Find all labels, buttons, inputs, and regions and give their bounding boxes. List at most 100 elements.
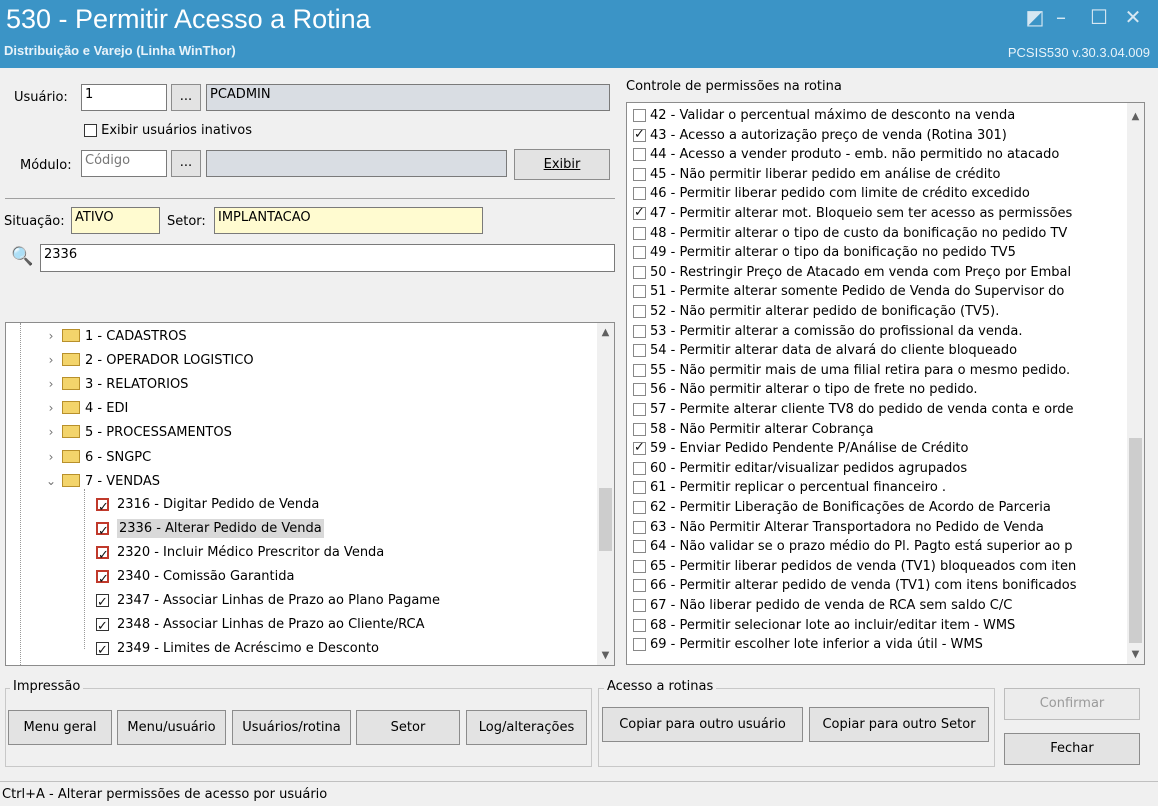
permission-item[interactable]: 48 - Permitir alterar o tipo de custo da…: [633, 225, 1067, 244]
chevron-right-icon[interactable]: ›: [44, 420, 58, 444]
chevron-right-icon[interactable]: ›: [44, 661, 58, 665]
permission-item[interactable]: 44 - Acesso a vender produto - emb. não …: [633, 146, 1059, 165]
routine-checkbox[interactable]: [96, 615, 109, 639]
routine-checkbox[interactable]: [96, 639, 109, 663]
routine-checkbox[interactable]: [96, 568, 109, 592]
tree-folder[interactable]: › 1 - CADASTROS: [44, 324, 187, 348]
tree-scrollbar[interactable]: ▲ ▼: [597, 323, 614, 665]
routine-tree[interactable]: › 1 - CADASTROS › 2 - OPERADOR LOGISTICO › 3 …: [5, 322, 615, 666]
tree-routine[interactable]: 2336 - Alterar Pedido de Venda: [96, 517, 324, 544]
copiar-usuario-button[interactable]: Copiar para outro usuário: [602, 707, 803, 742]
permission-item[interactable]: 56 - Não permitir alterar o tipo de fret…: [633, 381, 978, 400]
scroll-down-icon[interactable]: ▼: [1127, 649, 1144, 660]
permission-item[interactable]: 52 - Não permitir alterar pedido de boni…: [633, 303, 999, 322]
tree-folder[interactable]: › 6 - SNGPC: [44, 445, 151, 469]
permission-item[interactable]: 53 - Permitir alterar a comissão do prof…: [633, 323, 1022, 342]
fechar-button[interactable]: Fechar: [1004, 733, 1140, 765]
permission-checkbox[interactable]: [633, 126, 646, 144]
permission-checkbox[interactable]: [633, 109, 646, 122]
setor-button[interactable]: Setor: [356, 710, 460, 745]
permissions-scrollbar[interactable]: ▲ ▼: [1127, 103, 1144, 664]
permission-item[interactable]: 63 - Não Permitir Alterar Transportadora…: [633, 519, 1044, 538]
tree-routine[interactable]: 2340 - Comissão Garantida: [96, 565, 294, 592]
routine-checkbox[interactable]: [96, 591, 109, 615]
chevron-right-icon[interactable]: ›: [44, 348, 58, 372]
permission-checkbox[interactable]: [633, 363, 646, 377]
tree-routine[interactable]: 2348 - Associar Linhas de Prazo ao Clien…: [96, 613, 424, 639]
permission-checkbox[interactable]: [633, 403, 646, 416]
scroll-down-icon[interactable]: ▼: [597, 650, 614, 661]
maximize-button[interactable]: ☐: [1086, 4, 1112, 30]
permission-item[interactable]: 49 - Permitir alterar o tipo da bonifica…: [633, 244, 1016, 263]
chevron-right-icon[interactable]: ›: [44, 445, 58, 469]
permission-checkbox[interactable]: [633, 618, 646, 632]
permission-checkbox[interactable]: [633, 226, 646, 240]
tree-scroll-thumb[interactable]: [599, 488, 612, 551]
permission-item[interactable]: 62 - Permitir Liberação de Bonificações …: [633, 499, 1051, 518]
permission-checkbox[interactable]: [633, 559, 646, 573]
close-button[interactable]: ✕: [1120, 4, 1146, 30]
permission-checkbox[interactable]: [633, 540, 646, 554]
chevron-down-icon[interactable]: ⌄: [44, 469, 58, 493]
permission-item[interactable]: 42 - Validar o percentual máximo de desc…: [633, 107, 1015, 126]
scroll-up-icon[interactable]: ▲: [597, 327, 614, 338]
inativos-option[interactable]: Exibir usuários inativos: [84, 123, 252, 138]
tree-routine[interactable]: 2349 - Limites de Acréscimo e Desconto: [96, 637, 379, 663]
permission-item[interactable]: 66 - Permitir alterar pedido de venda (T…: [633, 577, 1077, 596]
permission-item[interactable]: 61 - Permitir replicar o percentual fina…: [633, 479, 946, 498]
tree-folder[interactable]: › 4 - EDI: [44, 396, 128, 420]
permission-item[interactable]: 68 - Permitir selecionar lote ao incluir…: [633, 617, 1015, 636]
tree-routine[interactable]: 2316 - Digitar Pedido de Venda: [96, 493, 319, 520]
routine-checkbox[interactable]: [96, 520, 109, 544]
permission-item[interactable]: 58 - Não Permitir alterar Cobrança: [633, 421, 874, 440]
permission-checkbox[interactable]: [633, 439, 646, 457]
permission-item[interactable]: 46 - Permitir liberar pedido com limite …: [633, 185, 1030, 204]
permission-checkbox[interactable]: [633, 344, 646, 358]
permission-checkbox[interactable]: [633, 167, 646, 181]
permission-checkbox[interactable]: [633, 204, 646, 222]
usuario-code-input[interactable]: 1: [81, 84, 167, 111]
log-alteracoes-button[interactable]: Log/alterações: [466, 710, 587, 745]
permissions-list[interactable]: 42 - Validar o percentual máximo de desc…: [626, 102, 1145, 665]
permission-checkbox[interactable]: [633, 520, 646, 534]
tree-routine[interactable]: 2320 - Incluir Médico Prescritor da Vend…: [96, 541, 384, 568]
permission-checkbox[interactable]: [633, 383, 646, 397]
permission-checkbox[interactable]: [633, 285, 646, 299]
confirmar-button[interactable]: Confirmar: [1004, 688, 1140, 720]
permission-checkbox[interactable]: [633, 501, 646, 514]
menu-geral-button[interactable]: Menu geral: [8, 710, 112, 745]
permission-item[interactable]: 51 - Permite alterar somente Pedido de V…: [633, 283, 1064, 302]
copiar-setor-button[interactable]: Copiar para outro Setor: [809, 707, 989, 742]
permission-checkbox[interactable]: [633, 481, 646, 495]
tree-folder[interactable]: › 5 - PROCESSAMENTOS: [44, 420, 232, 444]
permission-checkbox[interactable]: [633, 187, 646, 201]
modulo-lookup-button[interactable]: ...: [171, 150, 201, 177]
permission-item[interactable]: 64 - Não validar se o prazo médio do Pl.…: [633, 538, 1073, 557]
chevron-right-icon[interactable]: ›: [44, 396, 58, 420]
routine-checkbox[interactable]: [96, 496, 109, 520]
permission-checkbox[interactable]: [633, 324, 646, 338]
permission-item[interactable]: 50 - Restringir Preço de Atacado em vend…: [633, 264, 1071, 283]
chevron-right-icon[interactable]: ›: [44, 372, 58, 396]
permission-checkbox[interactable]: [633, 246, 646, 260]
permission-item[interactable]: 60 - Permitir editar/visualizar pedidos …: [633, 460, 967, 479]
permission-checkbox[interactable]: [633, 265, 646, 279]
tree-folder[interactable]: › 3 - RELATORIOS: [44, 372, 188, 396]
permission-checkbox[interactable]: [633, 148, 646, 162]
menu-usuario-button[interactable]: Menu/usuário: [117, 710, 226, 745]
permission-checkbox[interactable]: [633, 305, 646, 318]
usuario-lookup-button[interactable]: ...: [171, 84, 201, 111]
permission-item[interactable]: 57 - Permite alterar cliente TV8 do pedi…: [633, 401, 1073, 420]
permission-item[interactable]: 67 - Não liberar pedido de venda de RCA …: [633, 597, 1012, 616]
routine-checkbox[interactable]: [96, 544, 109, 568]
permission-item[interactable]: 47 - Permitir alterar mot. Bloqueio sem …: [633, 204, 1072, 224]
permission-item[interactable]: 45 - Não permitir liberar pedido em anál…: [633, 166, 1000, 185]
permission-checkbox[interactable]: [633, 579, 646, 593]
tree-folder[interactable]: ⌄ 7 - VENDAS: [44, 469, 160, 493]
modulo-code-input[interactable]: Código: [81, 150, 167, 177]
search-input[interactable]: 2336: [40, 244, 615, 272]
permission-item[interactable]: 69 - Permitir escolher lote inferior a v…: [633, 636, 983, 655]
chevron-right-icon[interactable]: ›: [44, 324, 58, 348]
permission-checkbox[interactable]: [633, 599, 646, 612]
permission-checkbox[interactable]: [633, 638, 646, 652]
